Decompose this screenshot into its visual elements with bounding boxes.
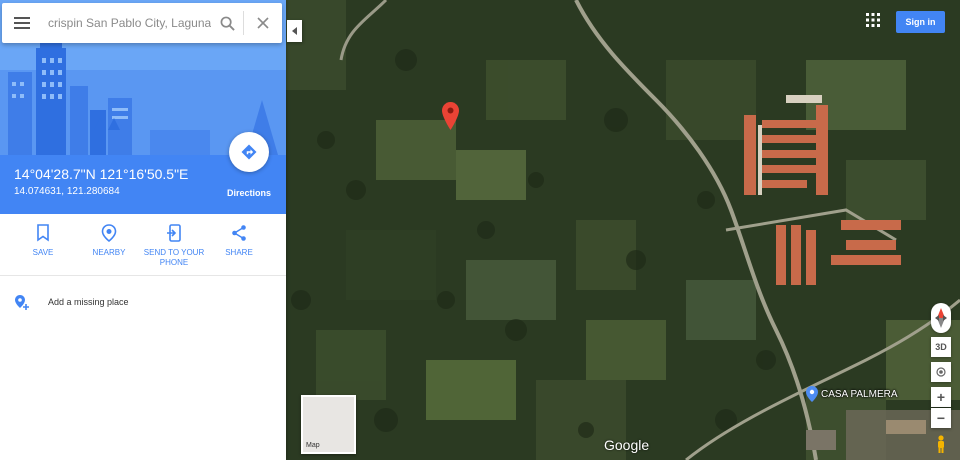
bookmark-icon <box>37 224 49 242</box>
send-to-phone-icon <box>167 224 181 242</box>
search-box: crispin San Pablo City, Laguna <box>2 3 282 43</box>
add-missing-place-label: Add a missing place <box>48 297 129 307</box>
close-icon <box>257 17 269 29</box>
directions-icon <box>241 144 257 160</box>
send-to-phone-label: SEND TO YOUR PHONE <box>143 248 205 267</box>
nearby-icon <box>101 224 117 242</box>
3d-toggle-button[interactable]: 3D <box>931 337 951 357</box>
add-missing-place[interactable]: Add a missing place <box>0 287 286 317</box>
zoom-in-button[interactable]: + <box>931 387 951 407</box>
save-label: SAVE <box>32 248 54 257</box>
search-button[interactable] <box>211 3 243 43</box>
clear-search-button[interactable] <box>244 3 282 43</box>
coordinates-dms: 14°04'28.7"N 121°16'50.5"E <box>14 166 189 182</box>
app-root: 14°04'28.7"N 121°16'50.5"E 14.074631, 12… <box>0 0 960 460</box>
collapse-panel-button[interactable] <box>287 20 302 42</box>
nearby-button[interactable]: NEARBY <box>84 222 134 258</box>
map-type-toggle[interactable]: Map <box>301 395 356 454</box>
action-bar: SAVE NEARBY SEND TO YOUR PHONE SHARE <box>0 214 286 276</box>
compass-icon <box>935 308 947 328</box>
poi-casa-palmera[interactable]: CASA PALMERA <box>806 386 898 402</box>
poi-location-icon <box>806 386 818 402</box>
place-panel: 14°04'28.7"N 121°16'50.5"E 14.074631, 12… <box>0 0 286 460</box>
share-button[interactable]: SHARE <box>214 222 264 258</box>
apps-grid-icon <box>866 13 880 27</box>
coordinates-decimal: 14.074631, 121.280684 <box>14 186 120 197</box>
my-location-button[interactable] <box>931 362 951 382</box>
location-pin-marker[interactable] <box>442 102 459 135</box>
my-location-icon <box>936 367 946 377</box>
search-input[interactable]: crispin San Pablo City, Laguna <box>42 16 211 30</box>
search-icon <box>220 16 235 31</box>
plus-icon: + <box>936 389 946 405</box>
nearby-label: NEARBY <box>92 248 126 257</box>
save-button[interactable]: SAVE <box>18 222 68 258</box>
street-view-pegman[interactable] <box>931 433 951 455</box>
share-icon <box>232 225 246 241</box>
caret-left-icon <box>291 27 297 35</box>
directions-button[interactable] <box>229 132 269 172</box>
hamburger-icon <box>14 17 30 29</box>
minus-icon: − <box>936 410 946 426</box>
menu-button[interactable] <box>2 3 42 43</box>
compass-button[interactable] <box>931 303 951 333</box>
poi-label: CASA PALMERA <box>821 388 898 400</box>
pegman-icon <box>938 435 944 453</box>
map-type-label: Map <box>306 442 320 449</box>
share-label: SHARE <box>225 248 253 257</box>
google-logo: Google <box>604 437 650 453</box>
sign-in-button[interactable]: Sign in <box>896 11 945 33</box>
map-pin-icon <box>442 102 459 130</box>
apps-button[interactable] <box>866 13 884 31</box>
send-to-phone-button[interactable]: SEND TO YOUR PHONE <box>140 222 208 268</box>
zoom-out-button[interactable]: − <box>931 408 951 428</box>
add-place-icon <box>14 294 30 316</box>
directions-label[interactable]: Directions <box>222 188 276 198</box>
